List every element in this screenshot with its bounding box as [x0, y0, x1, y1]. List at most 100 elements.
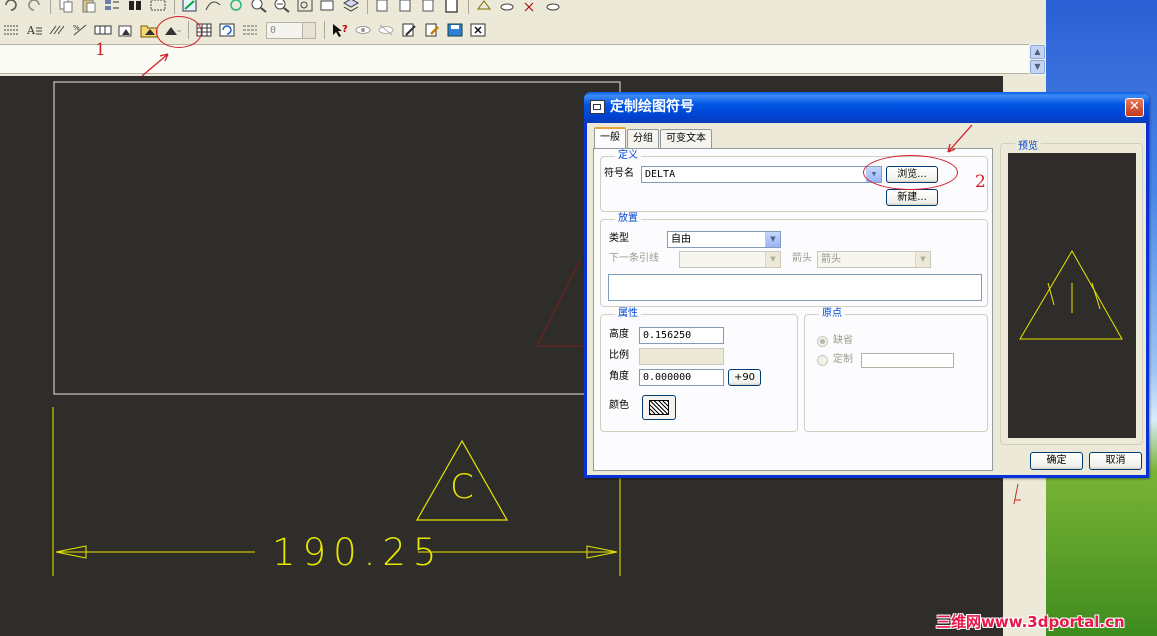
height-input[interactable]: 0.156250 [639, 327, 724, 344]
dialog-title: 定制绘图符号 [610, 99, 694, 115]
next-leader-label: 下一条引线 [609, 253, 659, 264]
message-scrollbar[interactable]: ▲ ▼ [1029, 44, 1046, 76]
symbol-letter: C [450, 467, 474, 507]
scale-label: 比例 [609, 350, 629, 361]
dialog-titlebar[interactable]: 定制绘图符号 ✕ [584, 92, 1149, 123]
frame-icon[interactable] [147, 0, 169, 15]
save-icon[interactable] [444, 20, 466, 40]
redo-icon[interactable] [23, 0, 45, 15]
zoom-in-icon[interactable] [248, 0, 270, 15]
dimension-value: 190.25 [272, 531, 444, 574]
close-icon[interactable]: ✕ [1125, 98, 1144, 117]
repeat-region-icon[interactable] [239, 20, 261, 40]
scale-input[interactable] [639, 348, 724, 365]
annotation-circle-2 [863, 155, 958, 190]
svg-text:?: ? [342, 24, 348, 35]
annotation-arrow-2 [947, 124, 973, 153]
type-combo[interactable]: 自由 ▼ [667, 231, 781, 248]
preview-symbol [1019, 250, 1123, 340]
close-window-icon[interactable] [467, 20, 489, 40]
chevron-down-icon: ▼ [765, 252, 780, 267]
paste-icon[interactable] [78, 0, 100, 15]
datum-icon[interactable] [473, 0, 495, 15]
drawing-view-border [53, 81, 621, 395]
rotate-90-button[interactable]: +90 [728, 369, 761, 386]
preview-title: 预览 [1015, 137, 1041, 152]
color-swatch-icon [649, 400, 669, 415]
placement-group-title: 放置 [615, 213, 641, 225]
arrow-label: 箭头 [792, 253, 812, 264]
zoom-out-icon[interactable] [271, 0, 293, 15]
tolerance-icon[interactable]: % [69, 20, 91, 40]
hide-eye-icon[interactable] [375, 20, 397, 40]
placement-list-box[interactable] [608, 274, 982, 301]
cancel-button[interactable]: 取消 [1089, 452, 1142, 470]
origin-custom-radio[interactable] [817, 355, 828, 366]
gtol-icon[interactable] [92, 20, 114, 40]
datum-show-icon[interactable] [542, 0, 564, 15]
svg-text:%: % [73, 24, 80, 32]
toolbar-separator [367, 0, 368, 14]
properties-group-title: 属性 [615, 308, 641, 320]
annotation-number-2: 2 [975, 172, 986, 192]
placement-group: 放置 类型 自由 ▼ 下一条引线 ▼ 箭头 箭头 ▼ [600, 213, 988, 307]
layer-icon[interactable] [101, 0, 123, 15]
angle-input[interactable]: 0.000000 [639, 369, 724, 386]
sketch-icon[interactable] [179, 0, 201, 15]
note-icon[interactable]: A [23, 20, 45, 40]
arrow-combo[interactable]: 箭头 ▼ [817, 251, 931, 268]
binoculars-icon[interactable] [124, 0, 146, 15]
origin-default-radio[interactable] [817, 336, 828, 347]
table-refresh-icon[interactable] [216, 20, 238, 40]
tab-grouping[interactable]: 分组 [627, 129, 659, 148]
height-label: 高度 [609, 329, 629, 340]
color-button[interactable] [642, 395, 676, 420]
definition-group-title: 定义 [615, 150, 641, 162]
repaint-icon[interactable] [225, 0, 247, 15]
symbol-name-value: DELTA [645, 169, 676, 180]
hatch-icon[interactable] [46, 20, 68, 40]
watermark: 三维网www.3dportal.cn [936, 613, 1125, 631]
spline-icon[interactable] [202, 0, 224, 15]
type-label: 类型 [609, 233, 629, 244]
scroll-up-icon[interactable]: ▲ [1030, 45, 1045, 59]
spin-input[interactable]: 0 [266, 21, 316, 39]
color-label: 颜色 [609, 400, 629, 411]
origin-custom-input[interactable] [861, 353, 954, 368]
context-help-icon[interactable]: ? [329, 20, 351, 40]
view-icon[interactable] [317, 0, 339, 15]
scroll-down-icon[interactable]: ▼ [1030, 60, 1045, 74]
ok-button[interactable]: 确定 [1030, 452, 1083, 470]
properties-group: 属性 高度 0.156250 比例 角度 0.000000 +90 颜色 [600, 308, 798, 432]
sheet-new-icon[interactable] [441, 0, 463, 15]
edit-doc-icon[interactable] [398, 20, 420, 40]
origin-group: 原点 缺省 定制 [804, 308, 988, 432]
tab-general[interactable]: 一般 [594, 127, 626, 148]
undo-icon[interactable] [0, 0, 22, 15]
symbol-name-combo[interactable]: DELTA ▼ [641, 166, 882, 183]
sheet-icon[interactable] [395, 0, 417, 15]
copy-sheet-icon[interactable] [372, 0, 394, 15]
toolbar-row-1 [0, 0, 565, 16]
type-value: 自由 [671, 234, 691, 245]
datum-target-icon[interactable] [115, 20, 137, 40]
sheet-alt-icon[interactable] [418, 0, 440, 15]
datum-eye-icon[interactable] [496, 0, 518, 15]
chevron-down-icon[interactable]: ▼ [765, 232, 780, 247]
format-doc-icon[interactable] [421, 20, 443, 40]
grid-icon[interactable] [0, 20, 22, 40]
copy-icon[interactable] [55, 0, 77, 15]
tab-variable-text[interactable]: 可变文本 [660, 129, 712, 148]
next-leader-combo[interactable]: ▼ [679, 251, 781, 268]
show-eye-icon[interactable] [352, 20, 374, 40]
svg-text:A: A [26, 24, 36, 37]
layers-icon[interactable] [340, 0, 362, 15]
toolbar-separator [174, 0, 175, 14]
tab-strip: 一般 分组 可变文本 [594, 127, 713, 148]
new-button[interactable]: 新建... [886, 189, 938, 206]
preview-group: 预览 [1000, 137, 1143, 445]
datum-cross-icon[interactable] [519, 0, 541, 15]
zoom-fit-icon[interactable] [294, 0, 316, 15]
toolbar-separator [468, 0, 469, 14]
toolbar-row-2: A % 0 ? [0, 19, 490, 41]
